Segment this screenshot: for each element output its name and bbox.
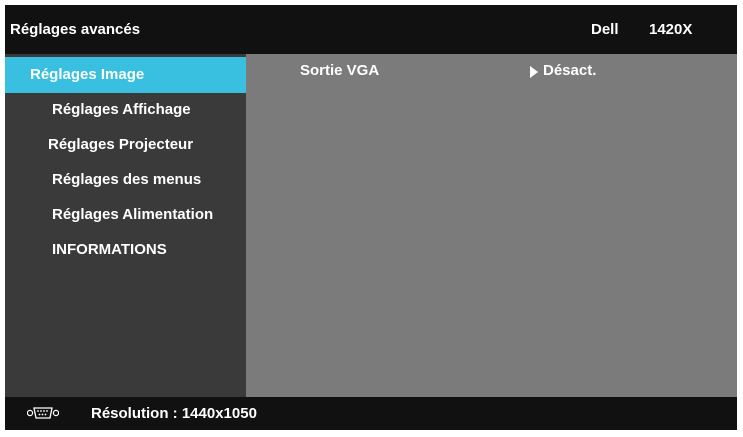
sidebar-item-label: Réglages Alimentation (52, 206, 214, 223)
model-label: 1420X (649, 21, 693, 38)
sidebar-item-reglages-image[interactable]: Réglages Image (5, 57, 246, 93)
arrow-right-icon[interactable] (530, 66, 538, 78)
brand-label: Dell (591, 21, 619, 38)
sidebar-item-reglages-affichage[interactable]: Réglages Affichage (5, 92, 246, 128)
status-bar: Résolution : 1440x1050 (5, 397, 737, 430)
sidebar-item-label: Réglages Projecteur (48, 136, 194, 153)
sidebar-menu: Réglages Image Réglages Affichage Réglag… (5, 54, 246, 397)
sidebar-item-informations[interactable]: INFORMATIONS (5, 232, 246, 268)
vga-output-label: Sortie VGA (300, 62, 380, 79)
sidebar-item-label: Réglages des menus (52, 171, 202, 188)
sidebar-item-reglages-menus[interactable]: Réglages des menus (5, 162, 246, 198)
sidebar-item-label: INFORMATIONS (52, 241, 167, 258)
resolution-status: Résolution : 1440x1050 (91, 405, 257, 422)
title-bar: Réglages avancés Dell 1420X (5, 5, 737, 54)
osd-menu-window: Réglages avancés Dell 1420X Réglages Ima… (5, 5, 737, 430)
settings-panel: Sortie VGA Désact. (246, 54, 737, 397)
sidebar-item-reglages-projecteur[interactable]: Réglages Projecteur (5, 127, 246, 163)
vga-connector-icon (27, 407, 59, 419)
vga-output-value[interactable]: Désact. (543, 62, 596, 79)
sidebar-item-label: Réglages Affichage (52, 101, 191, 118)
sidebar-item-label: Réglages Image (30, 66, 145, 83)
sidebar-item-reglages-alimentation[interactable]: Réglages Alimentation (5, 197, 246, 233)
menu-title: Réglages avancés (10, 21, 141, 38)
